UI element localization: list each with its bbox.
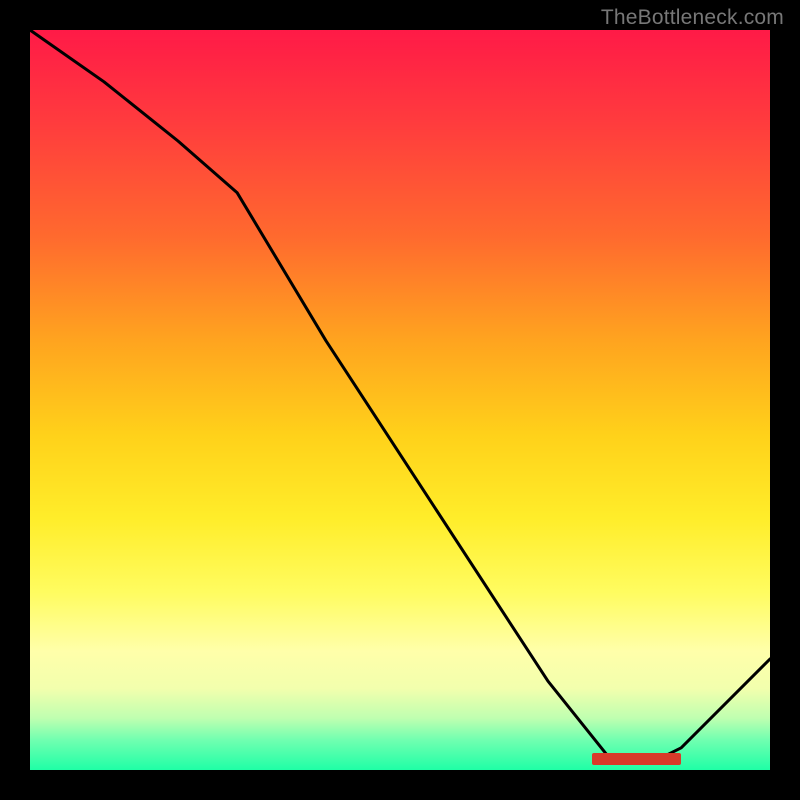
bottleneck-curve (30, 30, 770, 770)
watermark-text: TheBottleneck.com (601, 6, 784, 30)
chart-frame: TheBottleneck.com OPTIMAL RANGE (0, 0, 800, 800)
optimal-range-label: OPTIMAL RANGE (594, 754, 671, 765)
plot-area: OPTIMAL RANGE (30, 30, 770, 770)
